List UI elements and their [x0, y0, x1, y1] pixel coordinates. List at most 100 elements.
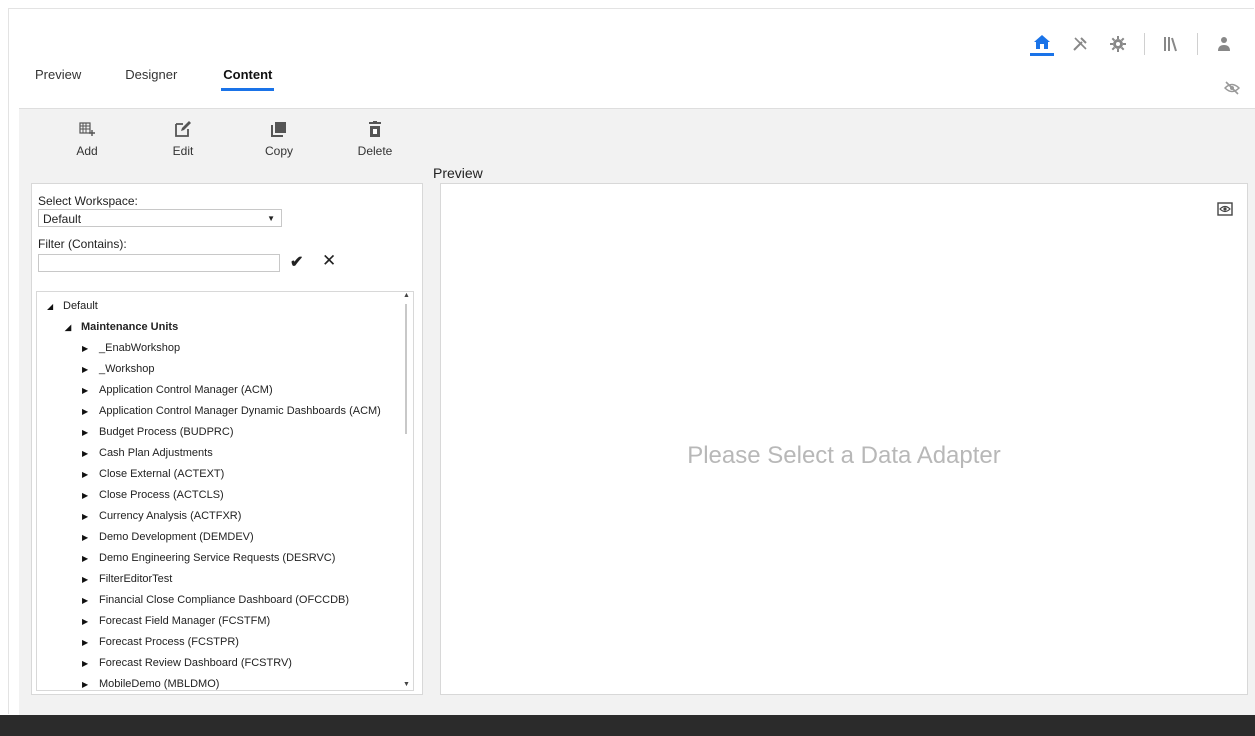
- tree-node-item[interactable]: ▶ Forecast Process (FCSTPR): [37, 632, 399, 653]
- tree-node-label: Close Process (ACTCLS): [99, 489, 224, 501]
- tree-node-label: MobileDemo (MBLDMO): [99, 678, 220, 690]
- collapsed-triangle-icon[interactable]: ▶: [82, 422, 88, 443]
- tree-node-item[interactable]: ▶ _EnabWorkshop: [37, 338, 399, 359]
- edit-button[interactable]: Edit: [135, 121, 231, 158]
- workspace-select[interactable]: Default ▼: [38, 209, 282, 227]
- tree-node-label: Maintenance Units: [81, 321, 179, 333]
- scroll-down-arrow-icon[interactable]: ▼: [403, 681, 410, 688]
- tree-node-label: Default: [63, 300, 98, 312]
- tree-node-root[interactable]: ◢ Default: [37, 296, 399, 317]
- tab-content[interactable]: Content: [221, 67, 275, 91]
- hide-panel-icon[interactable]: [1223, 81, 1241, 100]
- tree-node-item[interactable]: ▶ _Workshop: [37, 359, 399, 380]
- tree-node-label: _Workshop: [99, 363, 155, 375]
- preview-eye-icon[interactable]: [1217, 202, 1233, 221]
- collapsed-triangle-icon[interactable]: ▶: [82, 527, 88, 548]
- tree-node-label: _EnabWorkshop: [99, 342, 181, 354]
- library-icon[interactable]: [1159, 32, 1183, 56]
- gear-icon[interactable]: [1106, 32, 1130, 56]
- add-button[interactable]: Add: [39, 121, 135, 158]
- tree-node-item[interactable]: ▶ Demo Development (DEMDEV): [37, 527, 399, 548]
- tree-node-item[interactable]: ▶ MobileDemo (MBLDMO): [37, 674, 399, 690]
- copy-button[interactable]: Copy: [231, 121, 327, 158]
- copy-label: Copy: [264, 144, 293, 158]
- tree-node-item[interactable]: ▶ Close Process (ACTCLS): [37, 485, 399, 506]
- footer-bar: [0, 715, 1255, 736]
- adapter-tree: ◢ Default ◢ Maintenance Units ▶ _EnabWork…: [36, 291, 414, 691]
- filter-label: Filter (Contains):: [38, 237, 127, 251]
- scroll-up-arrow-icon[interactable]: ▲: [403, 292, 410, 299]
- copy-icon: [271, 121, 287, 137]
- tree-node-label: Financial Close Compliance Dashboard (OF…: [99, 594, 350, 606]
- tree-node-item[interactable]: ▶ Application Control Manager Dynamic Das…: [37, 401, 399, 422]
- add-label: Add: [76, 144, 98, 158]
- collapsed-triangle-icon[interactable]: ▶: [82, 443, 88, 464]
- content-workarea: Add Edit Copy Delete Preview Select Work…: [19, 108, 1255, 715]
- collapsed-triangle-icon[interactable]: ▶: [82, 548, 88, 569]
- tree-node-label: Demo Development (DEMDEV): [99, 531, 254, 543]
- tree-node-label: FilterEditorTest: [99, 573, 173, 585]
- header-toolbar: [1016, 31, 1236, 56]
- tree-node-label: Forecast Process (FCSTPR): [99, 636, 239, 648]
- tree-node-group[interactable]: ◢ Maintenance Units: [37, 317, 399, 338]
- workspace-label: Select Workspace:: [38, 194, 138, 208]
- collapsed-triangle-icon[interactable]: ▶: [82, 380, 88, 401]
- tree-scrollbar[interactable]: ▲ ▼: [401, 292, 413, 690]
- tree-node-label: Application Control Manager Dynamic Dash…: [99, 405, 381, 417]
- expanded-triangle-icon[interactable]: ◢: [47, 296, 53, 317]
- tree-node-item[interactable]: ▶ Cash Plan Adjustments: [37, 443, 399, 464]
- workspace-select-value: Default: [43, 212, 82, 226]
- empty-state-message: Please Select a Data Adapter: [687, 442, 1001, 469]
- collapsed-triangle-icon[interactable]: ▶: [82, 674, 88, 690]
- tree-node-item[interactable]: ▶ Application Control Manager (ACM): [37, 380, 399, 401]
- tree-node-item[interactable]: ▶ Budget Process (BUDPRC): [37, 422, 399, 443]
- chevron-down-icon: ▼: [267, 214, 275, 223]
- collapsed-triangle-icon[interactable]: ▶: [82, 338, 88, 359]
- preview-panel: Please Select a Data Adapter: [440, 183, 1248, 695]
- tree-list: ◢ Default ◢ Maintenance Units ▶ _EnabWork…: [37, 296, 399, 690]
- expanded-triangle-icon[interactable]: ◢: [65, 317, 71, 338]
- collapsed-triangle-icon[interactable]: ▶: [82, 611, 88, 632]
- filter-input[interactable]: [38, 254, 280, 272]
- view-tabs: Preview Designer Content: [35, 67, 318, 91]
- collapsed-triangle-icon[interactable]: ▶: [82, 401, 88, 422]
- tree-node-label: Forecast Review Dashboard (FCSTRV): [99, 657, 292, 669]
- add-table-icon: [79, 121, 95, 137]
- user-icon[interactable]: [1212, 32, 1236, 56]
- scroll-thumb[interactable]: [405, 304, 407, 434]
- tree-node-label: Cash Plan Adjustments: [99, 447, 213, 459]
- header-divider: [1144, 32, 1145, 55]
- collapsed-triangle-icon[interactable]: ▶: [82, 653, 88, 674]
- tree-node-label: Demo Engineering Service Requests (DESRV…: [99, 552, 336, 564]
- collapsed-triangle-icon[interactable]: ▶: [82, 485, 88, 506]
- apply-filter-check-icon[interactable]: ✔: [290, 252, 303, 272]
- tree-node-label: Forecast Field Manager (FCSTFM): [99, 615, 271, 627]
- collapsed-triangle-icon[interactable]: ▶: [82, 632, 88, 653]
- tab-designer[interactable]: Designer: [125, 67, 177, 91]
- collapsed-triangle-icon[interactable]: ▶: [82, 464, 88, 485]
- content-toolbar: Add Edit Copy Delete: [39, 121, 423, 158]
- tree-node-item[interactable]: ▶ Close External (ACTEXT): [37, 464, 399, 485]
- clear-filter-close-icon[interactable]: ✕: [322, 251, 336, 271]
- tree-node-item[interactable]: ▶ FilterEditorTest: [37, 569, 399, 590]
- tree-node-item[interactable]: ▶ Forecast Field Manager (FCSTFM): [37, 611, 399, 632]
- tree-node-label: Budget Process (BUDPRC): [99, 426, 234, 438]
- collapsed-triangle-icon[interactable]: ▶: [82, 569, 88, 590]
- tree-node-item[interactable]: ▶ Financial Close Compliance Dashboard (O…: [37, 590, 399, 611]
- edit-label: Edit: [172, 144, 194, 158]
- collapsed-triangle-icon[interactable]: ▶: [82, 359, 88, 380]
- tree-node-label: Application Control Manager (ACM): [99, 384, 273, 396]
- adapter-browser-panel: Select Workspace: Default ▼ Filter (Cont…: [31, 183, 423, 695]
- tree-node-item[interactable]: ▶ Demo Engineering Service Requests (DESR…: [37, 548, 399, 569]
- tab-preview[interactable]: Preview: [35, 67, 81, 91]
- tools-icon[interactable]: [1068, 32, 1092, 56]
- collapsed-triangle-icon[interactable]: ▶: [82, 506, 88, 527]
- home-icon[interactable]: [1030, 31, 1054, 56]
- delete-button[interactable]: Delete: [327, 121, 423, 158]
- collapsed-triangle-icon[interactable]: ▶: [82, 590, 88, 611]
- preview-title: Preview: [433, 165, 483, 181]
- edit-icon: [175, 121, 191, 137]
- app-page: Preview Designer Content Add Edit Copy D…: [8, 8, 1255, 715]
- tree-node-item[interactable]: ▶ Currency Analysis (ACTFXR): [37, 506, 399, 527]
- tree-node-item[interactable]: ▶ Forecast Review Dashboard (FCSTRV): [37, 653, 399, 674]
